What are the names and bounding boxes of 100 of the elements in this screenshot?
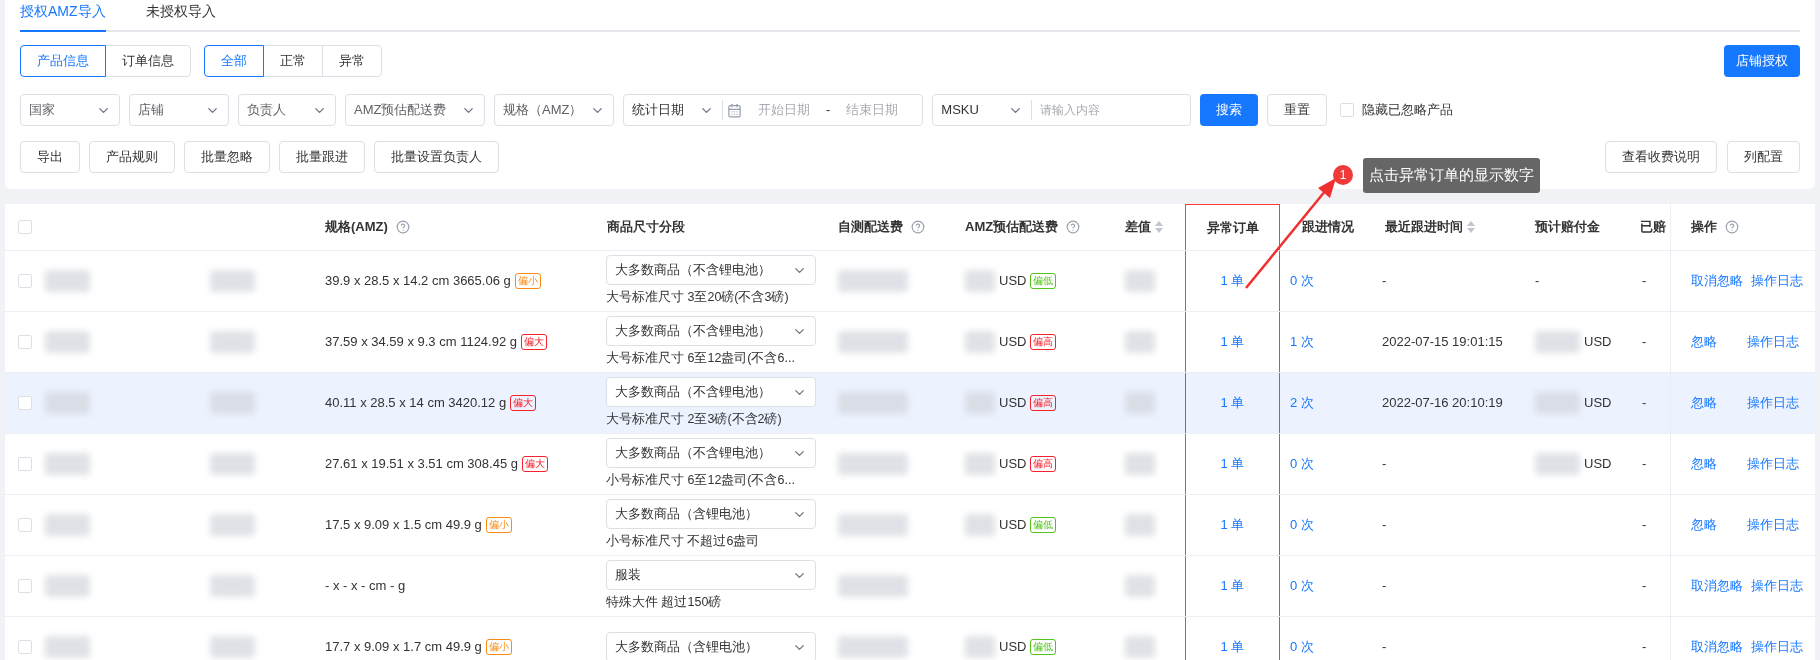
filter-select[interactable]: 负责人 — [238, 94, 336, 126]
action-button[interactable]: 导出 — [20, 141, 80, 173]
follow-ups-link[interactable]: 2 次 — [1290, 393, 1314, 413]
checkbox[interactable] — [18, 220, 32, 234]
operation-link[interactable]: 忽略 — [1691, 454, 1739, 474]
authorize-button[interactable]: 店铺授权 — [1724, 45, 1800, 77]
segment-tab[interactable]: 订单信息 — [105, 45, 191, 77]
size-select[interactable]: 大多数商品（不含锂电池） — [606, 438, 816, 469]
abnormal-orders-link[interactable]: 1 单 — [1220, 576, 1245, 596]
start-date-placeholder: 开始日期 — [758, 101, 810, 120]
filter-select[interactable]: AMZ预估配送费 — [345, 94, 485, 126]
table-row[interactable]: 39.9 x 28.5 x 14.2 cm 3665.06 g 偏小 大多数商品（不含锂电池） 大号标准尺寸 3至20磅(不含3磅) USD 偏低 1 单 0 次 - - - 取消忽略 操作日志 — [5, 251, 1815, 312]
follow-time-text: - — [1382, 577, 1387, 596]
follow-ups-link[interactable]: 0 次 — [1290, 515, 1314, 535]
field-select[interactable]: MSKU — [933, 100, 1033, 120]
follow-ups-link[interactable]: 1 次 — [1290, 332, 1314, 352]
column-header[interactable]: AMZ预估配送费 — [955, 204, 1115, 250]
filter-select[interactable]: 规格（AMZ） — [494, 94, 614, 126]
column-header[interactable]: 最近跟进时间 — [1375, 204, 1525, 250]
spec-text: 17.5 x 9.09 x 1.5 cm 49.9 g — [325, 516, 482, 535]
segment-tab[interactable]: 正常 — [263, 45, 323, 77]
operation-link[interactable]: 忽略 — [1691, 332, 1739, 352]
size-select[interactable]: 服装 — [606, 560, 816, 591]
size-select[interactable]: 大多数商品（不含锂电池） — [606, 255, 816, 286]
action-button[interactable]: 批量跟进 — [279, 141, 365, 173]
search-button[interactable]: 搜索 — [1200, 94, 1259, 126]
abnormal-orders-link[interactable]: 1 单 — [1220, 271, 1245, 291]
action-button[interactable]: 产品规则 — [89, 141, 175, 173]
redacted-block — [45, 331, 90, 353]
tab[interactable]: 未授权导入 — [145, 1, 216, 32]
operation-link[interactable]: 忽略 — [1691, 393, 1739, 413]
column-header[interactable]: 已赔 — [1630, 204, 1670, 250]
action-button[interactable]: 重置 — [1267, 94, 1328, 126]
search-field[interactable]: MSKU 请输入内容 — [932, 94, 1192, 126]
date-type-select[interactable]: 统计日期 — [624, 100, 723, 120]
abnormal-orders-link[interactable]: 1 单 — [1220, 454, 1245, 474]
action-button[interactable]: 批量忽略 — [184, 141, 270, 173]
column-header[interactable]: 自测配送费 — [828, 204, 955, 250]
redacted-block — [210, 270, 255, 292]
table-row[interactable]: 40.11 x 28.5 x 14 cm 3420.12 g 偏大 大多数商品（不含锂电池） 大号标准尺寸 2至3磅(不含2磅) USD 偏高 1 单 2 次 2022-07-16 20:10:19 USD - 忽略 操作日志 — [5, 373, 1815, 434]
operation-link[interactable]: 取消忽略 — [1691, 576, 1743, 596]
column-header[interactable]: 跟进情况 — [1280, 204, 1375, 250]
column-header[interactable]: 预计赔付金 — [1525, 204, 1630, 250]
checkbox[interactable] — [1340, 103, 1355, 117]
size-select[interactable]: 大多数商品（不含锂电池） — [606, 316, 816, 347]
table-row[interactable]: 17.5 x 9.09 x 1.5 cm 49.9 g 偏小 大多数商品（含锂电池） 小号标准尺寸 不超过6盎司 USD 偏低 1 单 0 次 - - 忽略 操作日志 — [5, 495, 1815, 556]
abnormal-orders-link[interactable]: 1 单 — [1220, 637, 1245, 657]
checkbox[interactable] — [18, 518, 32, 532]
checkbox[interactable] — [18, 335, 32, 349]
operation-link[interactable]: 操作日志 — [1751, 576, 1803, 596]
operation-link[interactable]: 操作日志 — [1751, 271, 1803, 291]
operation-link[interactable]: 操作日志 — [1747, 332, 1799, 352]
column-header[interactable]: 差值 — [1115, 204, 1185, 250]
sort-icon[interactable] — [1467, 221, 1475, 233]
size-select[interactable]: 大多数商品（不含锂电池） — [606, 377, 816, 408]
size-select[interactable]: 大多数商品（含锂电池） — [606, 499, 816, 530]
follow-ups-link[interactable]: 0 次 — [1290, 576, 1314, 596]
paid-text: - — [1642, 577, 1647, 596]
column-header[interactable]: 商品尺寸分段 — [597, 204, 828, 250]
help-icon — [395, 220, 410, 234]
operation-link[interactable]: 取消忽略 — [1691, 271, 1743, 291]
sort-icon[interactable] — [1155, 221, 1163, 233]
action-button[interactable]: 查看收费说明 — [1605, 141, 1717, 173]
segment-tab[interactable]: 产品信息 — [20, 45, 106, 77]
tab[interactable]: 授权AMZ导入 — [20, 1, 106, 32]
date-range-field[interactable]: 统计日期 开始日期 - 结束日期 — [623, 94, 924, 126]
follow-ups-link[interactable]: 0 次 — [1290, 637, 1314, 657]
abnormal-orders-link[interactable]: 1 单 — [1220, 393, 1245, 413]
abnormal-orders-link[interactable]: 1 单 — [1220, 332, 1245, 352]
operation-link[interactable]: 操作日志 — [1747, 515, 1799, 535]
action-button[interactable]: 批量设置负责人 — [374, 141, 499, 173]
checkbox[interactable] — [18, 579, 32, 593]
follow-ups-link[interactable]: 0 次 — [1290, 271, 1314, 291]
size-tier-text: 大号标准尺寸 2至3磅(不含2磅) — [606, 411, 782, 429]
operation-link[interactable]: 取消忽略 — [1691, 637, 1743, 657]
operation-link[interactable]: 操作日志 — [1747, 393, 1799, 413]
column-header[interactable]: 操作 — [1670, 204, 1820, 250]
action-button[interactable]: 列配置 — [1727, 141, 1800, 173]
abnormal-orders-link[interactable]: 1 单 — [1220, 515, 1245, 535]
operation-link[interactable]: 忽略 — [1691, 515, 1739, 535]
checkbox[interactable] — [18, 396, 32, 410]
operation-link[interactable]: 操作日志 — [1751, 637, 1803, 657]
size-select[interactable]: 大多数商品（含锂电池） — [606, 632, 816, 660]
operation-link[interactable]: 操作日志 — [1747, 454, 1799, 474]
segment-tab[interactable]: 全部 — [204, 45, 264, 77]
checkbox[interactable] — [18, 640, 32, 654]
status-tag: 偏高 — [1030, 395, 1057, 411]
follow-ups-link[interactable]: 0 次 — [1290, 454, 1314, 474]
table-row[interactable]: - x - x - cm - g 服装 特殊大件 超过150磅 1 单 0 次 - - 取消忽略 操作日志 — [5, 556, 1815, 617]
paid-text: - — [1642, 394, 1647, 413]
size-tier-text: 小号标准尺寸 6至12盎司(不含6... — [606, 472, 795, 490]
table-row[interactable]: 27.61 x 19.51 x 3.51 cm 308.45 g 偏大 大多数商品（不含锂电池） 小号标准尺寸 6至12盎司(不含6... USD 偏高 1 单 0 次 - USD - 忽略 操作日志 — [5, 434, 1815, 495]
column-header[interactable]: 异常订单 — [1185, 204, 1280, 250]
filter-select[interactable]: 店铺 — [129, 94, 229, 126]
checkbox[interactable] — [18, 457, 32, 471]
filter-select[interactable]: 国家 — [20, 94, 120, 126]
table-row[interactable]: 37.59 x 34.59 x 9.3 cm 1124.92 g 偏大 大多数商品（不含锂电池） 大号标准尺寸 6至12盎司(不含6... USD 偏高 1 单 1 次 2022-07-15 19:01:15 USD - 忽略 操作日志 — [5, 312, 1815, 373]
segment-tab[interactable]: 异常 — [322, 45, 382, 77]
column-header[interactable]: 规格(AMZ) — [315, 204, 597, 250]
checkbox[interactable] — [18, 274, 32, 288]
